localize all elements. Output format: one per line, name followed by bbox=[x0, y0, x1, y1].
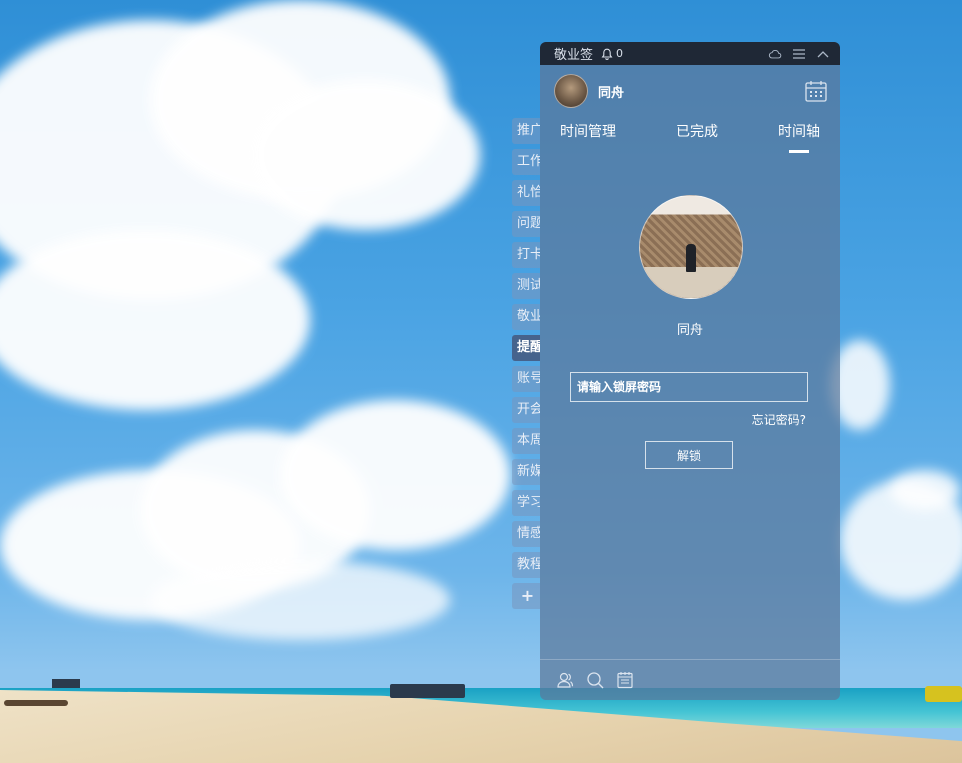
forgot-password-link[interactable]: 忘记密码? bbox=[752, 411, 806, 428]
side-tab-label: 敬业 bbox=[517, 309, 540, 324]
app-title: 敬业签 bbox=[554, 48, 594, 63]
lock-screen-username: 同舟 bbox=[676, 323, 703, 338]
cloud bbox=[280, 400, 510, 550]
main-tabs: 时间管理 已完成 时间轴 bbox=[540, 117, 840, 153]
side-tab-label: 教程 bbox=[517, 557, 540, 572]
side-tab-marker bbox=[512, 366, 515, 392]
title-bar[interactable]: 敬业签 0 bbox=[540, 42, 840, 65]
tab-completed[interactable]: 已完成 bbox=[676, 117, 718, 153]
log bbox=[4, 700, 68, 706]
side-tab[interactable]: 测试 bbox=[512, 273, 540, 299]
lock-screen-avatar bbox=[639, 195, 743, 299]
side-tab-label: 工作 bbox=[517, 154, 540, 169]
side-tab-marker bbox=[512, 521, 515, 547]
cloud bbox=[0, 230, 310, 410]
side-tab[interactable]: 推广 bbox=[512, 118, 540, 144]
cloud bbox=[250, 80, 480, 230]
side-tab[interactable]: 礼恰 bbox=[512, 180, 540, 206]
yellow-boat bbox=[925, 686, 962, 702]
add-category-button[interactable]: + bbox=[512, 583, 540, 609]
side-tab-label: 提醒 bbox=[517, 340, 540, 355]
side-tab-label: 礼恰 bbox=[517, 185, 540, 200]
side-tab-marker bbox=[512, 180, 515, 206]
tab-timeline[interactable]: 时间轴 bbox=[778, 117, 820, 153]
boat bbox=[390, 684, 465, 698]
side-tab-marker bbox=[512, 149, 515, 175]
side-tab-marker bbox=[512, 490, 515, 516]
side-tab[interactable]: 本周 bbox=[512, 428, 540, 454]
side-tab[interactable]: 打卡 bbox=[512, 242, 540, 268]
side-tab-marker bbox=[512, 335, 515, 361]
tab-time-management[interactable]: 时间管理 bbox=[560, 117, 616, 153]
side-tab-marker bbox=[512, 273, 515, 299]
notification-button[interactable]: 0 bbox=[601, 47, 623, 60]
side-tab-label: 情感 bbox=[517, 526, 540, 541]
calendar-icon[interactable] bbox=[804, 79, 828, 103]
add-icon: + bbox=[520, 586, 535, 605]
side-tab-label: 本周 bbox=[517, 433, 540, 448]
unlock-button[interactable]: 解锁 bbox=[645, 441, 733, 469]
side-tab-marker bbox=[512, 304, 515, 330]
side-tab[interactable]: 开会 bbox=[512, 397, 540, 423]
side-tab-marker bbox=[512, 552, 515, 578]
notes-widget-panel: 敬业签 0 同舟 时间管理 已完成 时间轴 同舟 忘记密码? 解锁 bbox=[540, 42, 840, 700]
bell-icon bbox=[601, 48, 613, 60]
side-tab-marker bbox=[512, 118, 515, 144]
side-tab[interactable]: 问题 bbox=[512, 211, 540, 237]
side-tab-marker bbox=[512, 459, 515, 485]
side-tab[interactable]: 教程 bbox=[512, 552, 540, 578]
side-tab[interactable]: 学习 bbox=[512, 490, 540, 516]
side-tab-label: 测试 bbox=[517, 278, 540, 293]
cloud bbox=[890, 470, 960, 510]
side-tab[interactable]: 敬业 bbox=[512, 304, 540, 330]
user-header: 同舟 bbox=[540, 65, 840, 117]
user-name: 同舟 bbox=[598, 85, 625, 101]
side-tab-label: 新媒 bbox=[517, 464, 540, 479]
menu-icon[interactable] bbox=[792, 47, 806, 61]
avatar-photo-person bbox=[686, 244, 696, 272]
category-side-tabs: 推广 工作 礼恰 问题 打卡 测试 敬业 提醒 账号 开会 本周 新媒 学习 情… bbox=[512, 118, 540, 614]
side-tab-active[interactable]: 提醒 bbox=[512, 335, 540, 361]
notepad-icon[interactable] bbox=[616, 671, 634, 689]
side-tab-marker bbox=[512, 211, 515, 237]
notification-count: 0 bbox=[616, 47, 624, 60]
side-tab-marker bbox=[512, 242, 515, 268]
side-tab-label: 推广 bbox=[517, 123, 540, 138]
side-tab[interactable]: 账号 bbox=[512, 366, 540, 392]
side-tab[interactable]: 情感 bbox=[512, 521, 540, 547]
side-tab-marker bbox=[512, 428, 515, 454]
side-tab[interactable]: 新媒 bbox=[512, 459, 540, 485]
side-tab-label: 打卡 bbox=[517, 247, 540, 262]
cloud-sync-icon[interactable] bbox=[768, 47, 782, 61]
bottom-toolbar bbox=[540, 659, 840, 700]
side-tab-label: 开会 bbox=[517, 402, 540, 417]
collapse-up-icon[interactable] bbox=[816, 47, 830, 61]
title-bar-actions bbox=[768, 47, 830, 61]
user-avatar[interactable] bbox=[554, 74, 588, 108]
lock-password-input[interactable] bbox=[570, 372, 808, 402]
search-icon[interactable] bbox=[586, 671, 604, 689]
side-tab[interactable]: 工作 bbox=[512, 149, 540, 175]
hut bbox=[52, 679, 80, 688]
side-tab-label: 账号 bbox=[517, 371, 540, 386]
contacts-icon[interactable] bbox=[556, 671, 574, 689]
side-tab-label: 问题 bbox=[517, 216, 540, 231]
side-tab-marker bbox=[512, 397, 515, 423]
side-tab-label: 学习 bbox=[517, 495, 540, 510]
cloud bbox=[150, 560, 450, 640]
